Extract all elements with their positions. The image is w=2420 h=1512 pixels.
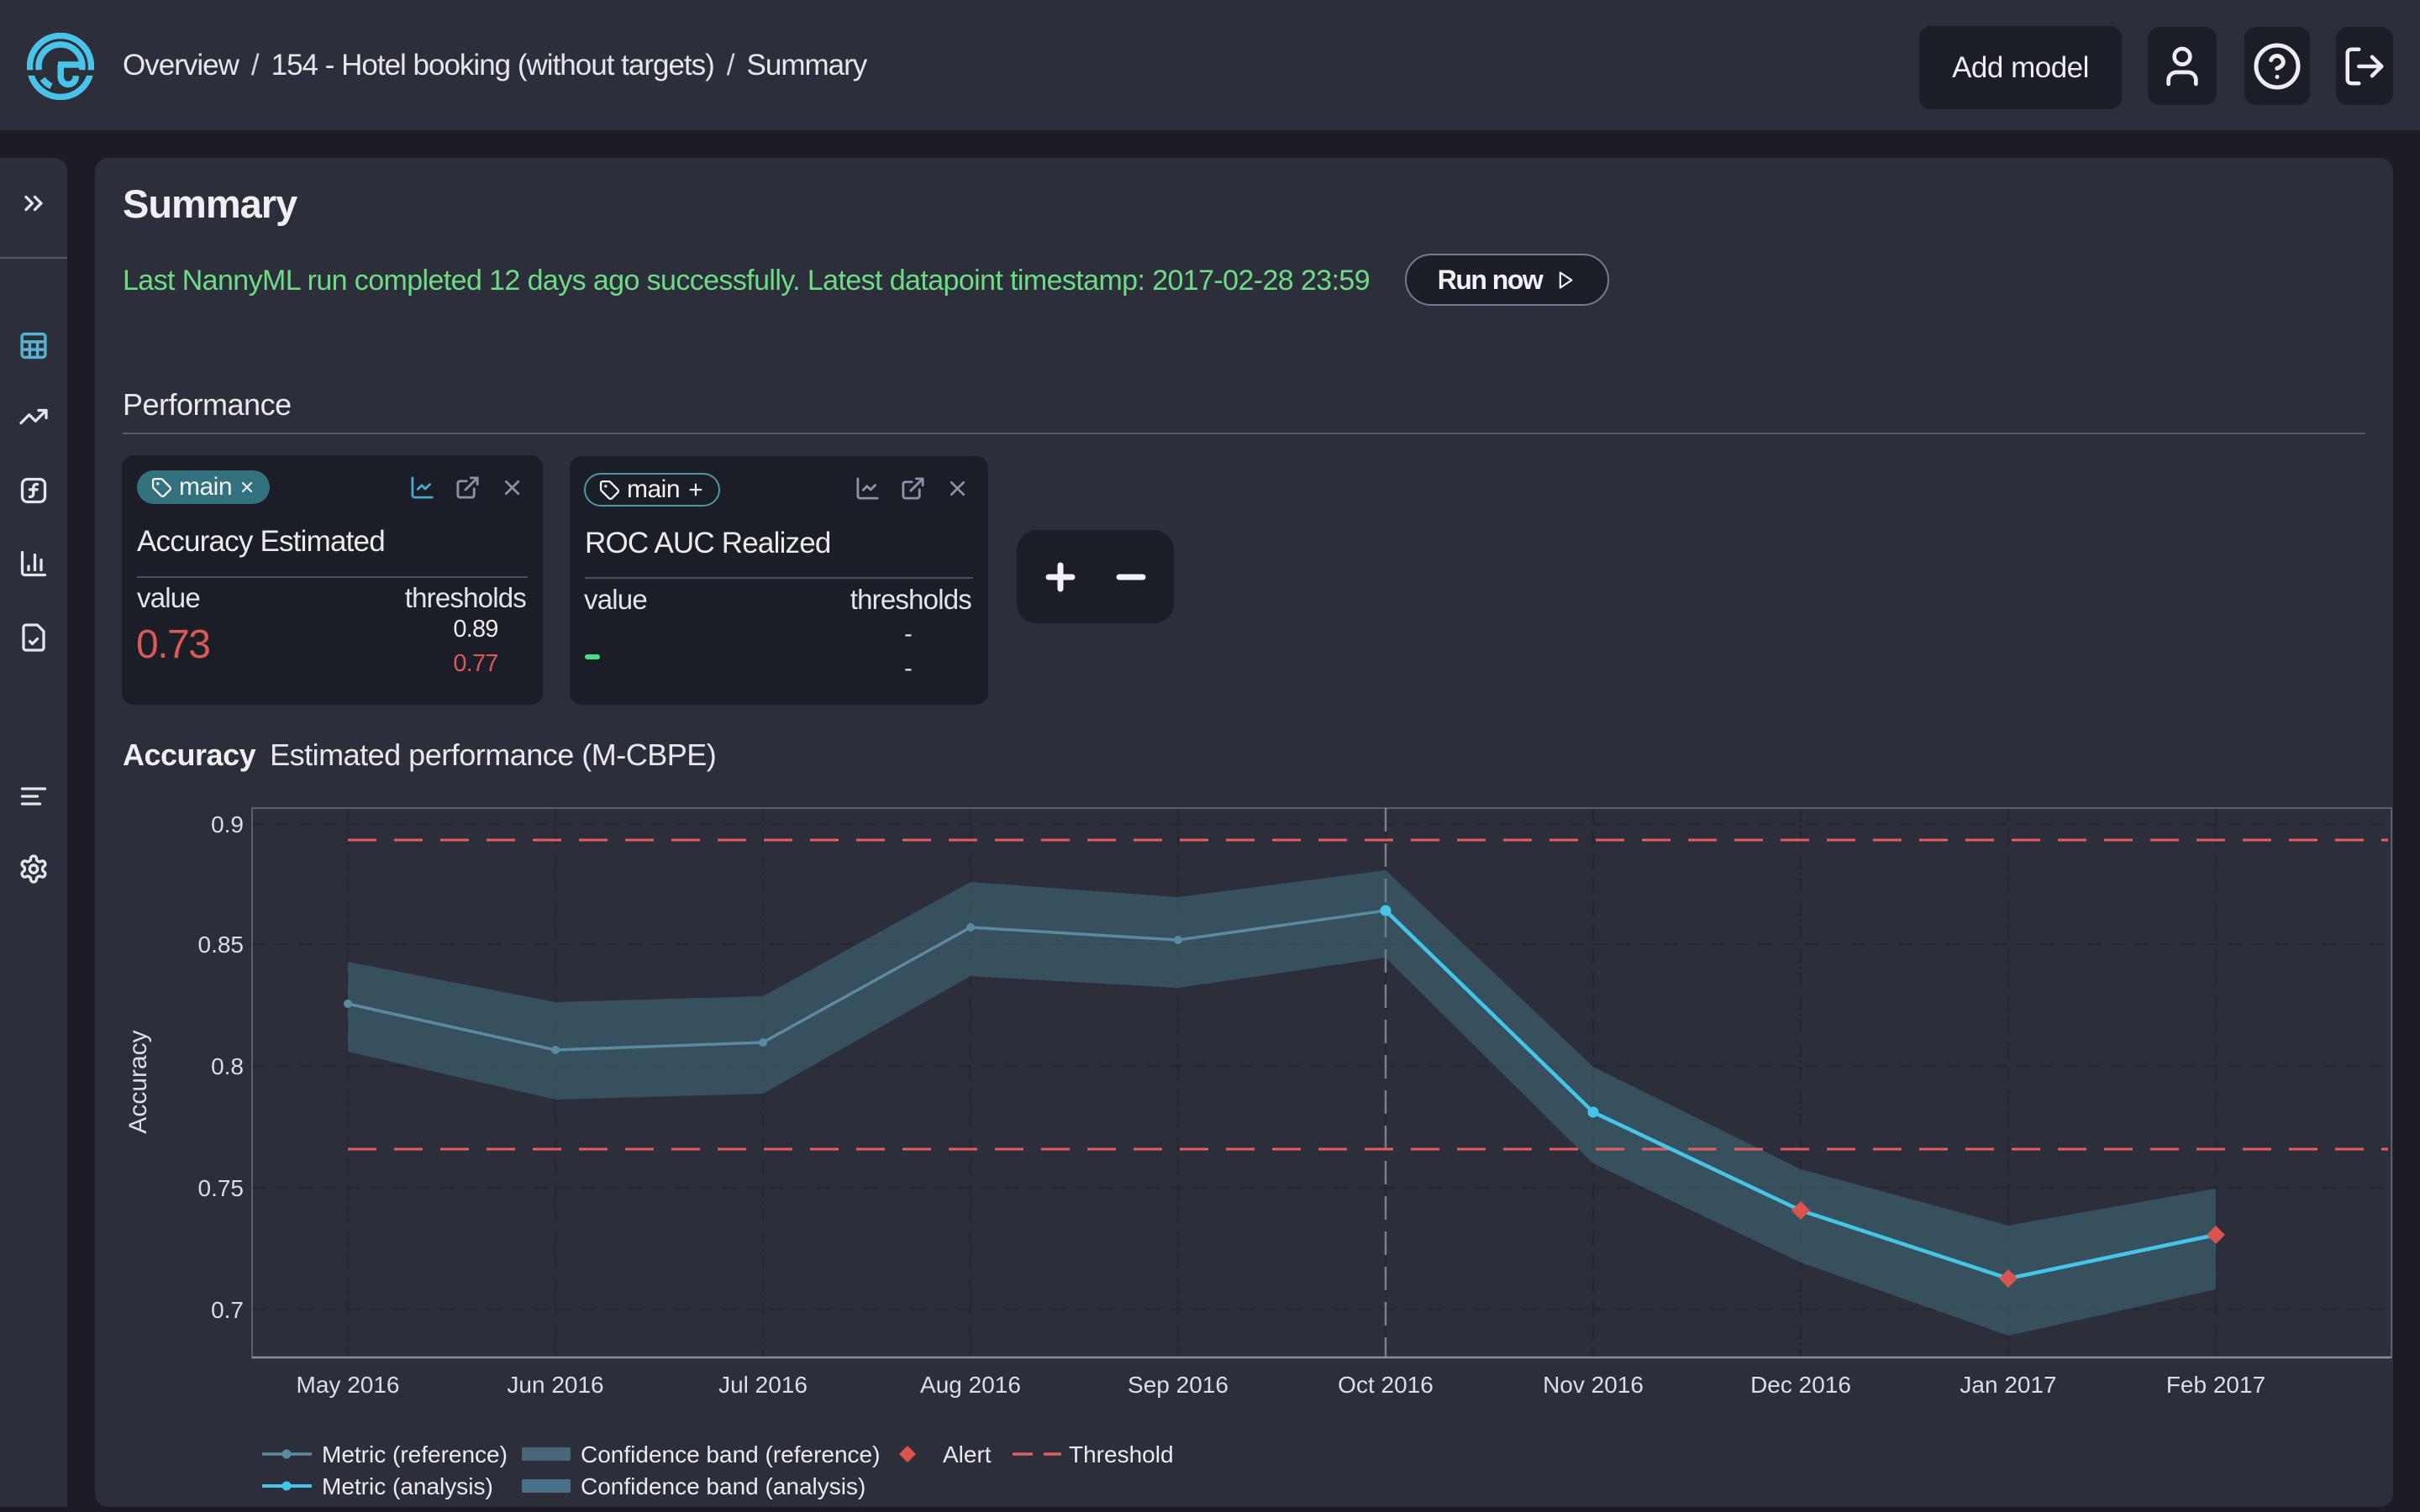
svg-text:Jan 2017: Jan 2017 bbox=[1960, 1372, 2056, 1398]
svg-text:Confidence band (analysis): Confidence band (analysis) bbox=[581, 1473, 865, 1499]
svg-text:Aug 2016: Aug 2016 bbox=[920, 1372, 1021, 1398]
svg-text:Jul 2016: Jul 2016 bbox=[718, 1372, 808, 1398]
svg-text:Metric (analysis): Metric (analysis) bbox=[322, 1473, 493, 1499]
svg-text:Dec 2016: Dec 2016 bbox=[1750, 1372, 1851, 1398]
svg-text:0.9: 0.9 bbox=[211, 811, 244, 837]
svg-text:Nov 2016: Nov 2016 bbox=[1543, 1372, 1644, 1398]
svg-text:Threshold: Threshold bbox=[1069, 1441, 1174, 1467]
svg-text:May 2016: May 2016 bbox=[297, 1372, 400, 1398]
svg-text:Metric (reference): Metric (reference) bbox=[322, 1441, 508, 1467]
svg-text:Confidence band (reference): Confidence band (reference) bbox=[581, 1441, 880, 1467]
svg-text:Accuracy: Accuracy bbox=[124, 1030, 152, 1133]
svg-text:Jun 2016: Jun 2016 bbox=[507, 1372, 603, 1398]
svg-text:Alert: Alert bbox=[943, 1441, 992, 1467]
svg-text:Sep 2016: Sep 2016 bbox=[1128, 1372, 1228, 1398]
svg-text:Oct 2016: Oct 2016 bbox=[1338, 1372, 1434, 1398]
svg-text:0.7: 0.7 bbox=[211, 1297, 244, 1323]
svg-text:0.75: 0.75 bbox=[198, 1175, 245, 1201]
svg-text:Feb 2017: Feb 2017 bbox=[2166, 1372, 2265, 1398]
svg-text:0.85: 0.85 bbox=[198, 932, 245, 958]
svg-text:0.8: 0.8 bbox=[211, 1053, 244, 1079]
